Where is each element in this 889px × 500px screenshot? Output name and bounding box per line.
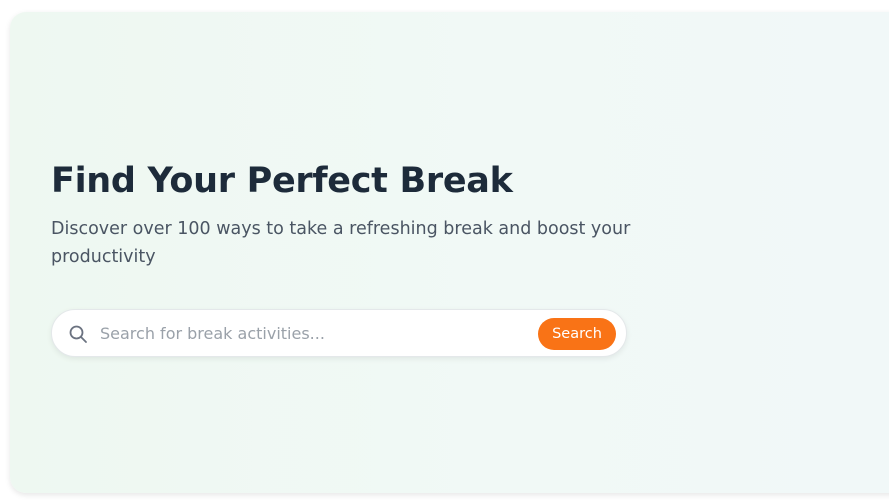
hero-subtitle: Discover over 100 ways to take a refresh… — [51, 219, 631, 267]
search-icon — [68, 324, 88, 344]
search-button[interactable]: Search — [538, 318, 616, 350]
hero-content: Find Your Perfect Break Discover over 10… — [51, 159, 651, 357]
hero-section: Find Your Perfect Break Discover over 10… — [10, 12, 889, 493]
page-title: Find Your Perfect Break — [51, 161, 513, 201]
search-bar: Search — [51, 309, 627, 357]
search-input[interactable] — [100, 318, 520, 348]
